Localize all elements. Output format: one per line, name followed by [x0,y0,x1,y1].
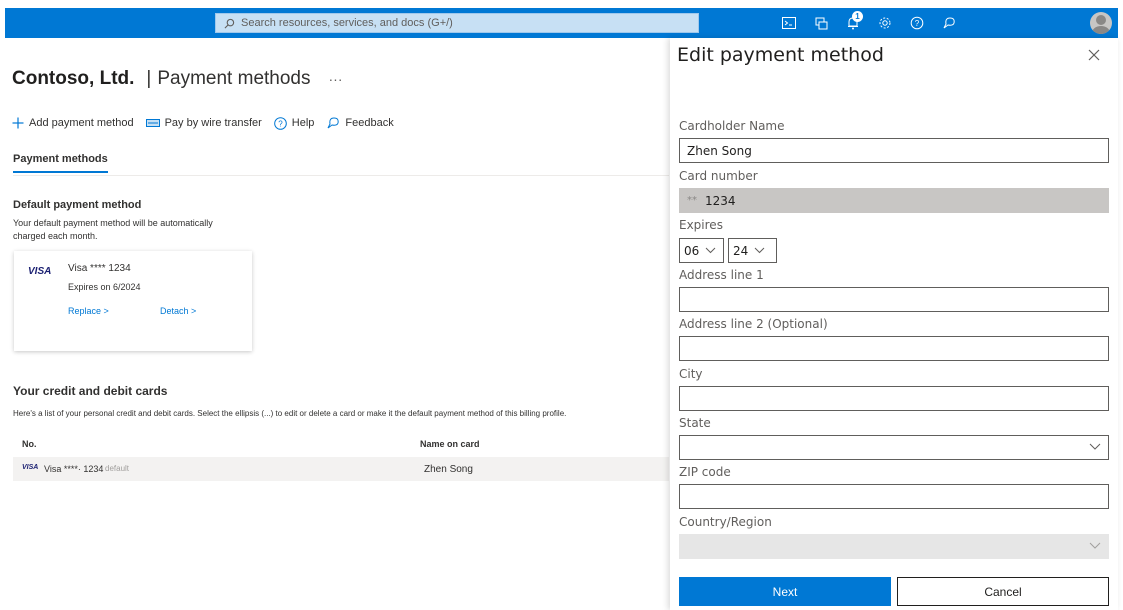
edit-payment-method-panel: Edit payment method Cardholder Name Zhen… [670,38,1118,610]
row-default-tag: default [105,464,130,473]
feedback-icon [327,117,340,129]
card-name: Visa **** 1234 [68,263,131,274]
avatar[interactable] [1090,12,1112,34]
feedback-button[interactable]: Feedback [326,116,394,130]
cardholder-name-field[interactable]: Zhen Song [679,138,1109,163]
panel-title: Edit payment method [677,44,884,66]
help-icon: ? [273,116,287,130]
tab-divider [13,175,669,176]
page-heading: Payment methods [157,68,311,89]
more-options-button[interactable]: ··· [329,71,343,87]
address-line-1-label: Address line 1 [679,268,764,282]
chevron-down-icon [1089,542,1101,549]
help-label: Help [291,117,315,129]
expires-label: Expires [679,218,723,232]
close-icon[interactable] [1086,47,1102,63]
zip-code-field[interactable] [679,484,1109,509]
search-icon [224,18,235,28]
next-button[interactable]: Next [679,577,891,606]
default-payment-method-description: Your default payment method will be auto… [13,218,213,241]
settings-icon[interactable] [875,13,895,33]
detach-link[interactable]: Detach > [160,306,196,316]
row-name-on-card: Zhen Song [424,464,473,475]
address-line-2-field[interactable] [679,336,1109,361]
add-payment-method-label: Add payment method [29,117,134,129]
state-label: State [679,416,711,430]
column-header-name-on-card: Name on card [420,439,480,449]
default-payment-method-heading: Default payment method [13,199,142,211]
expiry-year-value: 24 [733,243,749,258]
add-payment-method-button[interactable]: Add payment method [12,117,134,129]
default-payment-card: VISA Visa **** 1234 Expires on 6/2024 Re… [14,251,252,351]
credit-debit-cards-description: Here's a list of your personal credit an… [13,409,567,418]
card-number-mask: ** [687,195,697,206]
card-expiry: Expires on 6/2024 [68,282,141,292]
city-label: City [679,367,703,381]
column-header-no: No. [22,439,37,449]
card-number-value: 1234 [705,193,736,208]
top-bar: Search resources, services, and docs (G+… [5,8,1118,38]
state-select[interactable] [679,435,1109,460]
tab-payment-methods[interactable]: Payment methods [13,153,108,173]
feedback-label: Feedback [345,117,394,129]
search-input[interactable]: Search resources, services, and docs (G+… [215,13,699,33]
plus-icon [12,117,24,129]
page-title: Contoso, Ltd. | Payment methods ··· [12,68,343,90]
table-row[interactable]: VISA Visa ****· 1234 default Zhen Song [13,457,669,481]
svg-text:?: ? [278,119,283,128]
cancel-button[interactable]: Cancel [897,577,1109,606]
address-line-2-label: Address line 2 (Optional) [679,317,828,331]
expiry-year-select[interactable]: 24 [728,238,777,263]
pay-by-wire-transfer-button[interactable]: Pay by wire transfer [145,117,262,129]
country-region-label: Country/Region [679,515,772,529]
zip-code-label: ZIP code [679,465,731,479]
visa-logo-icon: VISA [28,266,52,277]
address-line-1-field[interactable] [679,287,1109,312]
pay-by-wire-transfer-label: Pay by wire transfer [164,117,262,129]
feedback-icon[interactable] [939,13,959,33]
card-number-label: Card number [679,169,758,183]
svg-text:?: ? [915,19,920,28]
help-button[interactable]: ? Help [273,116,315,130]
chevron-down-icon [754,247,765,254]
help-icon[interactable]: ? [907,13,927,33]
expiry-month-value: 06 [684,243,700,258]
visa-logo-icon: VISA [22,464,39,471]
notification-badge: 1 [852,11,863,22]
notifications-icon[interactable]: 1 [843,11,863,33]
cloud-shell-icon[interactable] [779,13,799,33]
cardholder-name-value: Zhen Song [687,143,752,158]
chevron-down-icon [1089,443,1101,450]
city-field[interactable] [679,386,1109,411]
credit-debit-cards-heading: Your credit and debit cards [13,384,168,398]
chevron-down-icon [705,247,716,254]
search-placeholder: Search resources, services, and docs (G+… [241,17,453,29]
replace-link[interactable]: Replace > [68,306,109,316]
cardholder-name-label: Cardholder Name [679,119,785,133]
directory-filter-icon[interactable] [811,13,831,33]
title-separator: | [146,68,152,89]
org-name: Contoso, Ltd. [12,68,135,89]
country-region-select [679,534,1109,559]
command-bar: Add payment method Pay by wire transfer … [12,116,406,130]
row-card-number: Visa ****· 1234 [44,464,104,474]
wire-transfer-icon [145,119,160,127]
expiry-month-select[interactable]: 06 [679,238,724,263]
card-number-field: ** 1234 [679,188,1109,213]
